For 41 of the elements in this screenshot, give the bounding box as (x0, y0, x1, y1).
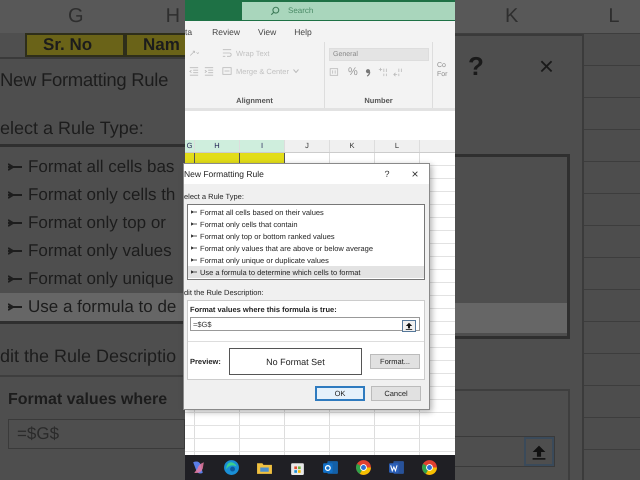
collapse-dialog-button[interactable] (402, 320, 416, 332)
merge-cells-icon (222, 66, 232, 76)
upload-arrow-icon (531, 444, 547, 460)
decrease-decimal-icon (392, 67, 403, 77)
arrow-icon (8, 163, 22, 171)
caret-icon (292, 69, 299, 73)
arrow-icon (191, 222, 197, 226)
arrow-icon (8, 275, 22, 283)
table-cell: Nam (125, 33, 185, 57)
arrow-icon (8, 191, 22, 199)
close-button[interactable]: × (401, 167, 429, 181)
arrow-icon (191, 210, 197, 214)
arrow-icon (191, 258, 197, 262)
ribbon-tab[interactable]: ta (185, 26, 202, 36)
arrow-icon (191, 234, 197, 238)
upload-arrow-icon (405, 322, 413, 330)
document-app-icon[interactable] (388, 459, 405, 476)
arrow-icon (8, 219, 22, 227)
preview-box: No Format Set (228, 348, 362, 375)
arrow-icon (8, 247, 22, 255)
arrow-icon (8, 303, 22, 311)
assistant-icon[interactable] (190, 459, 207, 476)
orientation-icon (189, 48, 199, 58)
ribbon-tab[interactable]: View (258, 26, 286, 36)
browser-icon[interactable] (223, 459, 240, 476)
table-cell: Sr. No (25, 33, 125, 57)
arrow-icon (191, 270, 197, 274)
browser-icon[interactable] (355, 459, 372, 476)
help-button[interactable]: ? (373, 169, 401, 179)
increase-indent-icon (204, 66, 214, 76)
formula-field[interactable] (455, 436, 555, 467)
browser-icon[interactable] (421, 459, 438, 476)
ribbon-tab[interactable]: Help (294, 26, 322, 36)
arrow-icon (191, 246, 197, 250)
mail-app-icon[interactable] (322, 459, 339, 476)
wrap-text-icon (222, 48, 232, 58)
increase-decimal-icon (378, 67, 388, 77)
search-icon (270, 6, 280, 16)
decrease-indent-icon (189, 66, 199, 76)
ribbon-tab[interactable]: Review (212, 26, 250, 36)
dialog-title: New Formatting Rule (184, 169, 265, 179)
